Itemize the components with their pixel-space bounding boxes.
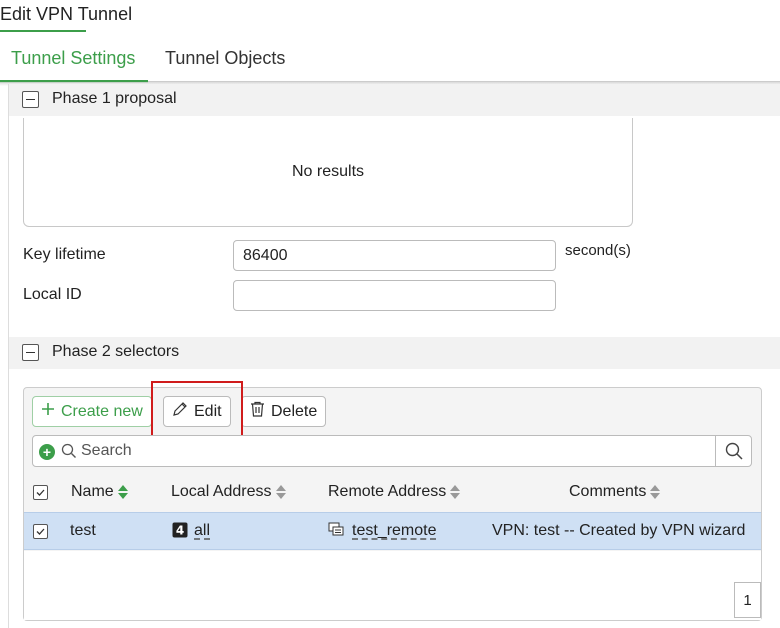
row-remote-address[interactable]: test_remote — [328, 522, 436, 543]
table-header: Name Local Address Remote Address Commen… — [24, 472, 761, 512]
address-icon: 4 — [172, 522, 188, 543]
row-local-address[interactable]: 4 all — [172, 522, 210, 543]
column-header-local-address[interactable]: Local Address — [171, 483, 286, 501]
column-header-name[interactable]: Name — [71, 483, 128, 501]
address-group-icon — [328, 522, 346, 543]
key-lifetime-unit: second(s) — [565, 242, 631, 259]
phase1-header-label: Phase 1 proposal — [52, 90, 177, 107]
delete-button[interactable]: Delete — [241, 396, 327, 427]
local-address-link[interactable]: all — [194, 522, 210, 539]
table-row[interactable]: test 4 all test_remote VPN: test -- Crea… — [24, 512, 761, 550]
search-icon — [725, 442, 743, 460]
column-comments-label: Comments — [569, 483, 647, 500]
column-local-address-label: Local Address — [171, 483, 272, 500]
search-input[interactable]: Search — [81, 442, 132, 460]
row-checkbox[interactable] — [33, 524, 48, 539]
phase1-section-header[interactable]: Phase 1 proposal — [9, 84, 780, 116]
search-button[interactable] — [715, 436, 751, 466]
column-header-remote-address[interactable]: Remote Address — [328, 483, 461, 501]
local-id-label: Local ID — [23, 286, 82, 303]
dialog-title: Edit VPN Tunnel — [0, 4, 133, 24]
tab-tunnel-settings[interactable]: Tunnel Settings — [11, 48, 135, 69]
create-new-button[interactable]: Create new — [32, 396, 152, 427]
phase1-proposal-table: No results — [23, 118, 633, 227]
key-lifetime-label: Key lifetime — [23, 246, 106, 263]
search-bar[interactable]: + Search — [32, 435, 752, 467]
local-id-input[interactable] — [233, 280, 556, 311]
page-number[interactable]: 1 — [734, 582, 761, 618]
column-name-label: Name — [71, 483, 114, 500]
column-header-comments[interactable]: Comments — [569, 483, 661, 501]
tab-tunnel-objects[interactable]: Tunnel Objects — [165, 48, 285, 69]
search-icon — [61, 443, 77, 464]
edit-button-highlight — [151, 381, 243, 442]
phase2-section-header[interactable]: Phase 2 selectors — [9, 337, 780, 369]
phase2-header-label: Phase 2 selectors — [52, 343, 180, 360]
row-name: test — [70, 522, 96, 539]
create-new-label: Create new — [61, 402, 143, 420]
sort-icon — [650, 485, 661, 499]
address-badge-text: 4 — [176, 524, 184, 538]
add-filter-icon[interactable]: + — [39, 444, 55, 460]
key-lifetime-input[interactable] — [233, 240, 556, 271]
sort-icon — [450, 485, 461, 499]
delete-label: Delete — [271, 402, 318, 420]
sort-icon — [275, 485, 286, 499]
select-all-checkbox[interactable] — [33, 485, 48, 500]
collapse-icon[interactable] — [22, 91, 39, 108]
row-comments: VPN: test -- Created by VPN wizard — [492, 522, 746, 539]
remote-address-link[interactable]: test_remote — [352, 522, 436, 539]
collapse-icon[interactable] — [22, 344, 39, 361]
title-underline — [0, 30, 86, 32]
trash-icon — [250, 401, 265, 422]
plus-icon — [41, 402, 55, 421]
column-remote-address-label: Remote Address — [328, 483, 447, 500]
table-empty-area — [24, 551, 761, 620]
sort-icon — [117, 485, 128, 499]
tab-bar: Tunnel Settings Tunnel Objects — [0, 38, 780, 83]
no-results-text: No results — [291, 163, 365, 180]
